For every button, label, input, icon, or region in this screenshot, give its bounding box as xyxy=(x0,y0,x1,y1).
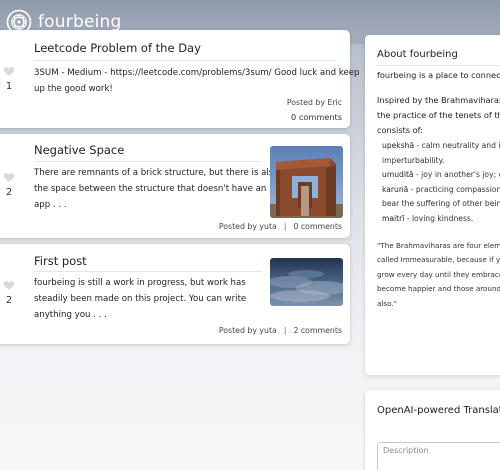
list-desc: - loving kindness. xyxy=(404,213,474,223)
post-excerpt-line: anything you . . . xyxy=(34,310,107,320)
post-meta-row: Posted by yuta | 0 comments xyxy=(219,222,342,231)
brand-name: fourbeing xyxy=(38,12,122,32)
post-title[interactable]: First post xyxy=(34,254,87,268)
list-term: maitrī xyxy=(382,213,405,223)
post-author: Posted by yuta xyxy=(218,222,277,231)
post-thumbnail[interactable] xyxy=(270,146,343,218)
post-thumbnail[interactable] xyxy=(270,258,343,306)
vote-count: 1 xyxy=(5,81,13,92)
quote-line: "The Brahmaviharas are four eleme xyxy=(377,241,500,250)
list-item: imperturbability. xyxy=(382,154,500,169)
vote-control: 2 xyxy=(0,171,20,198)
list-desc: imperturbability. xyxy=(382,155,445,165)
about-paragraph: Inspired by the Brahmaviharas the practi… xyxy=(377,93,500,138)
post-excerpt: There are remnants of a brick structure,… xyxy=(34,165,278,213)
quote-line: also." xyxy=(377,298,398,308)
list-item: upekshā - calm neutrality and i xyxy=(382,139,500,154)
comments-link[interactable]: 0 comments xyxy=(293,222,342,231)
post-card[interactable]: 2 First post fourbeing is still a work i… xyxy=(0,244,350,344)
about-panel: About fourbeing fourbeing is a place to … xyxy=(365,35,500,375)
comments-link[interactable]: 0 comments xyxy=(291,112,342,122)
title-divider xyxy=(34,161,262,162)
cloudy-sky-image xyxy=(270,258,343,306)
list-term: karunā xyxy=(382,184,409,194)
comments-link[interactable]: 2 comments xyxy=(293,326,342,335)
brahmaviharas-list: upekshā - calm neutrality and i impertur… xyxy=(382,139,500,227)
list-item: karunā - practicing compassion xyxy=(382,183,500,198)
post-author: Posted by yuta xyxy=(218,326,277,335)
about-intro: fourbeing is a place to connect xyxy=(377,70,500,80)
title-divider xyxy=(34,60,336,61)
about-quote: "The Brahmaviharas are four eleme called… xyxy=(377,239,500,311)
about-paragraph-line: the practice of the tenets of th xyxy=(377,110,500,120)
post-title[interactable]: Leetcode Problem of the Day xyxy=(34,41,201,55)
list-term: upekshā xyxy=(382,141,415,150)
title-divider xyxy=(34,271,262,272)
about-paragraph-line: consists of: xyxy=(377,125,423,135)
vote-control: 1 xyxy=(0,65,20,92)
post-excerpt-line: fourbeing is still a work in progress, b… xyxy=(34,278,246,288)
about-title: About fourbeing xyxy=(377,49,458,60)
list-term: umuditā xyxy=(382,170,414,180)
heart-icon[interactable] xyxy=(3,171,15,183)
list-item: maitrī - loving kindness. xyxy=(382,212,500,227)
post-excerpt: 3SUM - Medium - https://leetcode.com/pro… xyxy=(34,65,360,97)
vote-control: 2 xyxy=(0,279,20,306)
about-paragraph-line: Inspired by the Brahmaviharas xyxy=(377,95,500,105)
quote-line: grow every day until they embrace xyxy=(377,269,500,279)
heart-icon[interactable] xyxy=(3,279,15,291)
post-card[interactable]: 2 Negative Space There are remnants of a… xyxy=(0,134,350,238)
post-title[interactable]: Negative Space xyxy=(34,143,124,157)
post-excerpt-line: 3SUM - Medium - https://leetcode.com/pro… xyxy=(34,68,360,78)
post-excerpt-line: up the good work! xyxy=(34,84,113,94)
list-desc: - joy in another's joy; c xyxy=(413,170,500,180)
translator-panel: OpenAI-powered Translato xyxy=(365,390,500,470)
post-excerpt-line: There are remnants of a brick structure,… xyxy=(34,168,279,178)
post-excerpt-line: steadily been made on this project. You … xyxy=(34,294,247,304)
translator-title: OpenAI-powered Translato xyxy=(377,405,500,416)
list-desc: - practicing compassion xyxy=(408,184,500,194)
post-excerpt-line: the space between the structure that doe… xyxy=(34,184,267,194)
quote-line: become happier and those around xyxy=(377,284,500,294)
meta-separator: | xyxy=(283,222,287,231)
vote-count: 2 xyxy=(5,295,13,306)
post-meta-row: Posted by yuta | 2 comments xyxy=(219,326,342,335)
heart-icon[interactable] xyxy=(3,65,15,77)
quote-line: called Immeasurable, because if yo xyxy=(377,255,500,265)
description-field[interactable] xyxy=(377,442,500,470)
meta-separator: | xyxy=(283,326,287,335)
post-excerpt-line: app . . . xyxy=(34,200,67,210)
about-divider xyxy=(377,65,500,66)
list-desc: bear the suffering of other beings xyxy=(382,199,500,209)
post-card[interactable]: 1 Leetcode Problem of the Day 3SUM - Med… xyxy=(0,30,360,128)
vote-count: 2 xyxy=(5,187,13,198)
list-item: bear the suffering of other beings xyxy=(382,197,500,212)
post-author: Posted by Eric xyxy=(286,98,342,107)
list-item: umuditā - joy in another's joy; c xyxy=(382,168,500,183)
post-excerpt: fourbeing is still a work in progress, b… xyxy=(34,275,246,323)
list-desc: - calm neutrality and i xyxy=(414,141,500,150)
brick-ruin-image xyxy=(270,146,343,218)
